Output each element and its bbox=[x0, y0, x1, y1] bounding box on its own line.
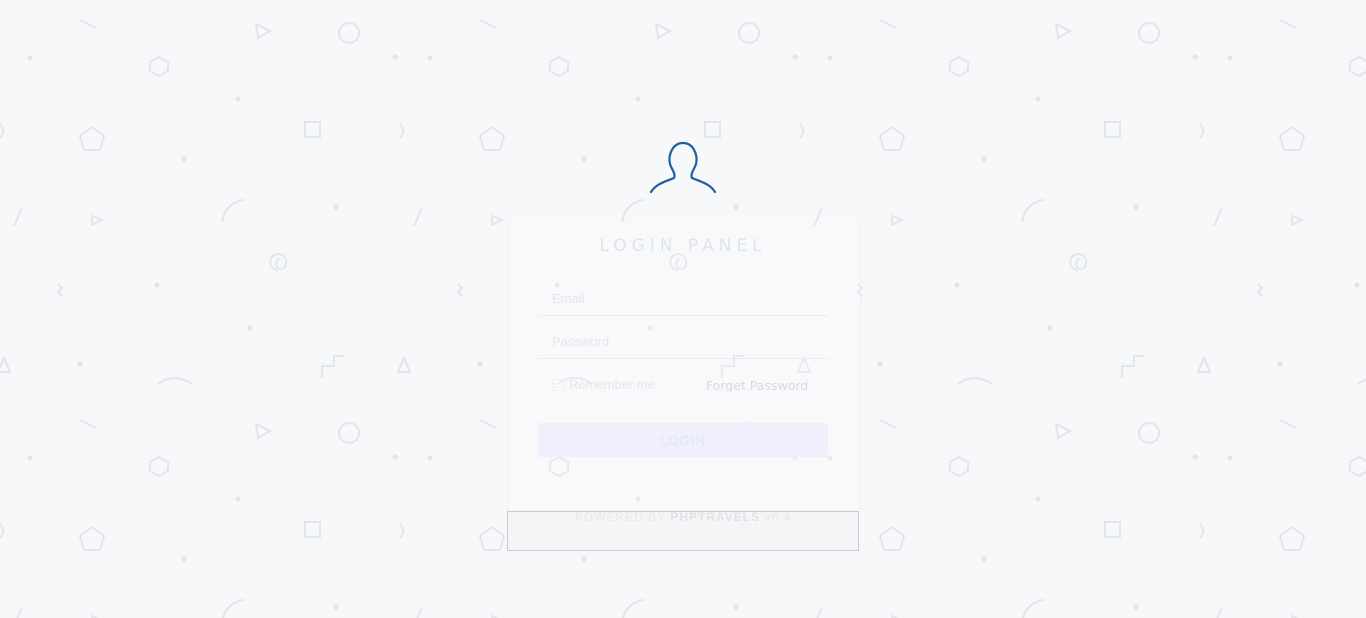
powered-by-footer: POWERED BY PHPTRAVELS v6.4 bbox=[0, 510, 1366, 524]
checkbox-box[interactable] bbox=[553, 378, 565, 391]
password-input[interactable] bbox=[538, 325, 828, 359]
login-panel bbox=[507, 222, 861, 512]
login-page: LOGIN PANEL Remember me Forget Password … bbox=[0, 0, 1366, 618]
version-label: v6.4 bbox=[764, 510, 792, 524]
email-input[interactable] bbox=[538, 282, 828, 316]
user-outline-icon bbox=[649, 141, 717, 194]
brand-name: PHPTRAVELS bbox=[670, 510, 761, 524]
panel-title: LOGIN PANEL bbox=[599, 236, 767, 256]
forget-password-link[interactable]: Forget Password bbox=[706, 378, 808, 393]
login-button[interactable]: LOGIN bbox=[538, 423, 828, 457]
powered-by-label: POWERED BY bbox=[574, 510, 666, 524]
remember-me-label: Remember me bbox=[569, 377, 655, 392]
remember-me-checkbox[interactable]: Remember me bbox=[553, 377, 655, 392]
